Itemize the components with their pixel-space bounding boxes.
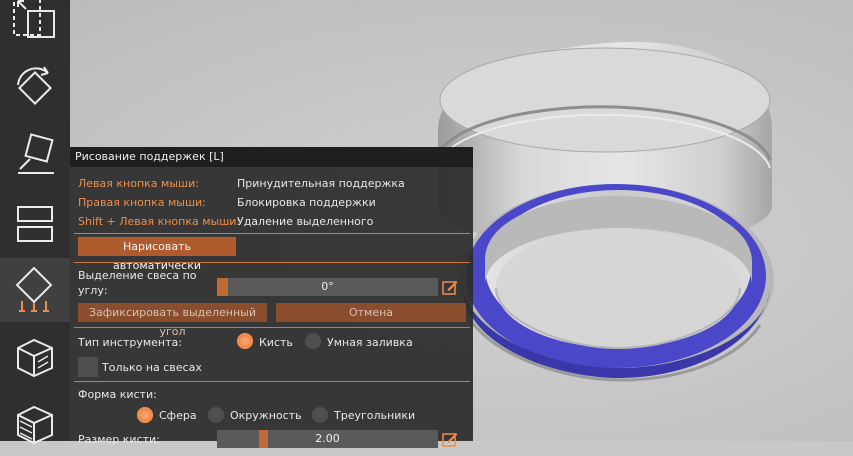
overhang-angle-value: 0° <box>321 280 334 293</box>
hint-left-click-effect: Принудительная поддержка <box>237 177 405 190</box>
brush-shape-label: Форма кисти: <box>78 388 157 401</box>
shape-circle-label: Окружность <box>230 409 302 422</box>
edit-icon[interactable] <box>442 431 458 447</box>
place-on-face-tool-button[interactable] <box>0 122 70 186</box>
tool-brush-radio[interactable] <box>237 333 253 349</box>
panel-title: Рисование поддержек [L] <box>70 147 473 167</box>
rotate-icon <box>10 63 60 113</box>
separator <box>74 233 470 234</box>
only-overhangs-checkbox[interactable] <box>78 357 98 377</box>
auto-paint-button[interactable]: Нарисовать автоматически <box>78 237 236 272</box>
hint-right-click-effect: Блокировка поддержки <box>237 196 376 209</box>
shape-triangles-radio[interactable] <box>312 407 328 423</box>
scale-tool-button[interactable] <box>0 0 70 50</box>
shape-triangles-label: Треугольники <box>334 409 416 422</box>
overhang-angle-label: Выделение свеса по <box>78 269 197 282</box>
support-painting-panel: Рисование поддержек [L] Левая кнопка мыш… <box>70 147 473 448</box>
left-toolbar <box>0 0 70 445</box>
separator <box>74 327 470 328</box>
overhang-angle-slider[interactable]: 0° <box>217 278 438 296</box>
separator <box>74 262 470 263</box>
shape-sphere-label: Сфера <box>159 409 197 422</box>
place-on-face-icon <box>10 129 60 179</box>
seam-paint-tool-button[interactable] <box>0 325 70 389</box>
mmu-paint-tool-button[interactable] <box>0 392 70 456</box>
cut-icon <box>10 199 60 249</box>
brush-size-slider[interactable]: 2.00 <box>217 430 438 448</box>
only-overhangs-label: Только на свесах <box>102 361 202 374</box>
hint-shift-click-label: Shift + Левая кнопка мыши: <box>78 215 241 228</box>
tool-smart-fill-radio[interactable] <box>305 333 321 349</box>
seam-paint-icon <box>10 332 60 382</box>
brush-size-label: Размер кисти: <box>78 433 160 446</box>
brush-size-value: 2.00 <box>315 432 340 445</box>
lock-angle-button[interactable]: Зафиксировать выделенный угол <box>78 303 267 338</box>
separator <box>74 381 470 382</box>
hint-shift-click-effect: Удаление выделенного <box>237 215 374 228</box>
overhang-angle-label-line2: углу: <box>78 284 108 297</box>
mmu-paint-icon <box>10 399 60 449</box>
rotate-tool-button[interactable] <box>0 56 70 120</box>
support-paint-tool-button[interactable] <box>0 258 70 322</box>
scale-icon <box>10 0 60 43</box>
support-paint-icon <box>10 265 60 315</box>
tool-smart-fill-label: Умная заливка <box>327 336 413 349</box>
cancel-button[interactable]: Отмена <box>276 303 466 322</box>
shape-sphere-radio[interactable] <box>137 407 153 423</box>
tool-brush-label: Кисть <box>259 336 293 349</box>
tool-type-label: Тип инструмента: <box>78 336 182 349</box>
hint-left-click-label: Левая кнопка мыши: <box>78 177 199 190</box>
hint-right-click-label: Правая кнопка мыши: <box>78 196 206 209</box>
shape-circle-radio[interactable] <box>208 407 224 423</box>
edit-icon[interactable] <box>442 279 458 295</box>
cut-tool-button[interactable] <box>0 192 70 256</box>
